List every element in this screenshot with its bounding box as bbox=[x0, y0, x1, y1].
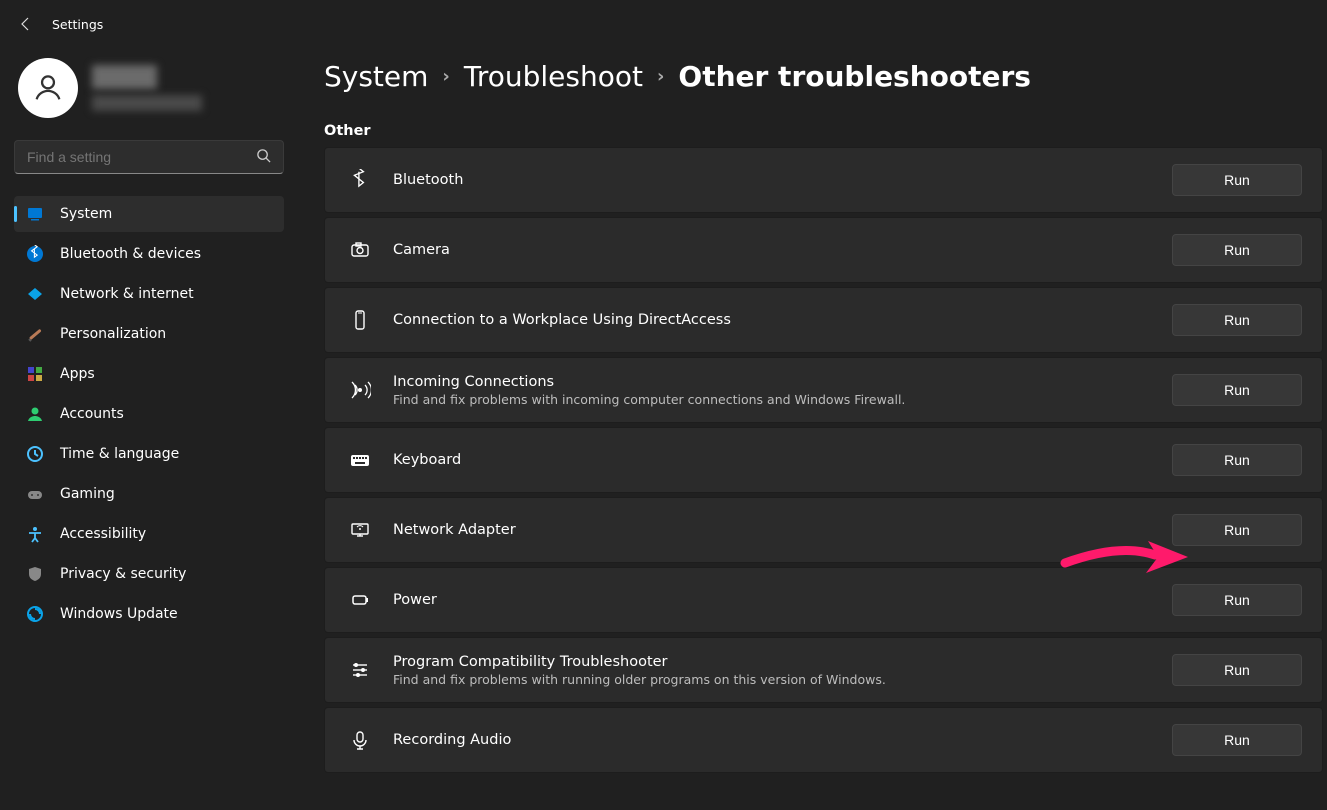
nav-list: System Bluetooth & devices Network & int… bbox=[14, 196, 300, 632]
sidebar-item-label: Personalization bbox=[60, 326, 166, 342]
run-button[interactable]: Run bbox=[1172, 164, 1302, 196]
sidebar-item-apps[interactable]: Apps bbox=[14, 356, 284, 392]
sidebar-item-windows-update[interactable]: Windows Update bbox=[14, 596, 284, 632]
titlebar: Settings bbox=[0, 0, 1327, 48]
sidebar-item-label: Bluetooth & devices bbox=[60, 246, 201, 262]
personalization-icon bbox=[26, 325, 44, 343]
troubleshooter-row: Program Compatibility Troubleshooter Fin… bbox=[324, 637, 1323, 703]
run-button[interactable]: Run bbox=[1172, 234, 1302, 266]
troubleshooter-title: Incoming Connections bbox=[393, 374, 905, 390]
bluetooth-icon bbox=[26, 245, 44, 263]
sidebar-item-time-language[interactable]: Time & language bbox=[14, 436, 284, 472]
sidebar-item-label: Apps bbox=[60, 366, 95, 382]
app-title: Settings bbox=[52, 17, 103, 32]
sidebar-item-label: Gaming bbox=[60, 486, 115, 502]
main-content: System › Troubleshoot › Other troublesho… bbox=[324, 48, 1327, 810]
sidebar-item-system[interactable]: System bbox=[14, 196, 284, 232]
sidebar-item-network-internet[interactable]: Network & internet bbox=[14, 276, 284, 312]
sidebar-item-label: Accounts bbox=[60, 406, 124, 422]
run-button[interactable]: Run bbox=[1172, 514, 1302, 546]
chevron-right-icon: › bbox=[442, 66, 449, 87]
back-button[interactable] bbox=[18, 16, 34, 32]
troubleshooter-title: Network Adapter bbox=[393, 522, 516, 538]
sidebar-item-bluetooth-devices[interactable]: Bluetooth & devices bbox=[14, 236, 284, 272]
run-button[interactable]: Run bbox=[1172, 654, 1302, 686]
netadapter-icon bbox=[349, 519, 371, 541]
troubleshooter-row: Bluetooth Run bbox=[324, 147, 1323, 213]
update-icon bbox=[26, 605, 44, 623]
run-button[interactable]: Run bbox=[1172, 444, 1302, 476]
troubleshooter-row: Keyboard Run bbox=[324, 427, 1323, 493]
sidebar: System Bluetooth & devices Network & int… bbox=[0, 48, 300, 810]
run-button[interactable]: Run bbox=[1172, 584, 1302, 616]
breadcrumb-troubleshoot[interactable]: Troubleshoot bbox=[464, 60, 643, 93]
sidebar-item-label: Time & language bbox=[60, 446, 179, 462]
sidebar-item-accounts[interactable]: Accounts bbox=[14, 396, 284, 432]
search-icon bbox=[256, 148, 271, 167]
breadcrumb-current: Other troubleshooters bbox=[678, 60, 1031, 93]
run-button[interactable]: Run bbox=[1172, 304, 1302, 336]
troubleshooter-desc: Find and fix problems with incoming comp… bbox=[393, 392, 905, 407]
accounts-icon bbox=[26, 405, 44, 423]
troubleshooter-desc: Find and fix problems with running older… bbox=[393, 672, 886, 687]
apps-icon bbox=[26, 365, 44, 383]
troubleshooter-row: Power Run bbox=[324, 567, 1323, 633]
sidebar-item-personalization[interactable]: Personalization bbox=[14, 316, 284, 352]
sidebar-item-accessibility[interactable]: Accessibility bbox=[14, 516, 284, 552]
camera-icon bbox=[349, 239, 371, 261]
accessibility-icon bbox=[26, 525, 44, 543]
troubleshooter-title: Recording Audio bbox=[393, 732, 511, 748]
troubleshooter-row: Connection to a Workplace Using DirectAc… bbox=[324, 287, 1323, 353]
gaming-icon bbox=[26, 485, 44, 503]
troubleshooter-row: Camera Run bbox=[324, 217, 1323, 283]
profile-name-redacted bbox=[92, 65, 202, 111]
sidebar-item-label: System bbox=[60, 206, 112, 222]
troubleshooter-title: Camera bbox=[393, 242, 450, 258]
troubleshooter-list: Bluetooth Run Camera Run Connection to a… bbox=[324, 147, 1327, 773]
signal-icon bbox=[349, 379, 371, 401]
bluetooth-icon bbox=[349, 169, 371, 191]
chevron-right-icon: › bbox=[657, 66, 664, 87]
privacy-icon bbox=[26, 565, 44, 583]
sidebar-item-gaming[interactable]: Gaming bbox=[14, 476, 284, 512]
network-icon bbox=[26, 285, 44, 303]
avatar bbox=[18, 58, 78, 118]
troubleshooter-title: Power bbox=[393, 592, 437, 608]
keyboard-icon bbox=[349, 449, 371, 471]
troubleshooter-row: Incoming Connections Find and fix proble… bbox=[324, 357, 1323, 423]
sidebar-item-label: Accessibility bbox=[60, 526, 146, 542]
run-button[interactable]: Run bbox=[1172, 374, 1302, 406]
profile-block[interactable] bbox=[18, 58, 290, 118]
troubleshooter-row: Network Adapter Run bbox=[324, 497, 1323, 563]
search-field[interactable] bbox=[27, 149, 256, 165]
troubleshooter-title: Connection to a Workplace Using DirectAc… bbox=[393, 312, 731, 328]
system-icon bbox=[26, 205, 44, 223]
sidebar-item-label: Windows Update bbox=[60, 606, 178, 622]
sidebar-item-privacy-security[interactable]: Privacy & security bbox=[14, 556, 284, 592]
phone-icon bbox=[349, 309, 371, 331]
troubleshooter-title: Bluetooth bbox=[393, 172, 463, 188]
section-label-other: Other bbox=[324, 123, 1327, 139]
sidebar-item-label: Network & internet bbox=[60, 286, 194, 302]
troubleshooter-title: Program Compatibility Troubleshooter bbox=[393, 654, 886, 670]
breadcrumb: System › Troubleshoot › Other troublesho… bbox=[324, 60, 1327, 93]
sidebar-item-label: Privacy & security bbox=[60, 566, 186, 582]
mic-icon bbox=[349, 729, 371, 751]
search-input[interactable] bbox=[14, 140, 284, 174]
run-button[interactable]: Run bbox=[1172, 724, 1302, 756]
troubleshooter-row: Recording Audio Run bbox=[324, 707, 1323, 773]
power-icon bbox=[349, 589, 371, 611]
breadcrumb-system[interactable]: System bbox=[324, 60, 428, 93]
compat-icon bbox=[349, 659, 371, 681]
troubleshooter-title: Keyboard bbox=[393, 452, 461, 468]
time-icon bbox=[26, 445, 44, 463]
